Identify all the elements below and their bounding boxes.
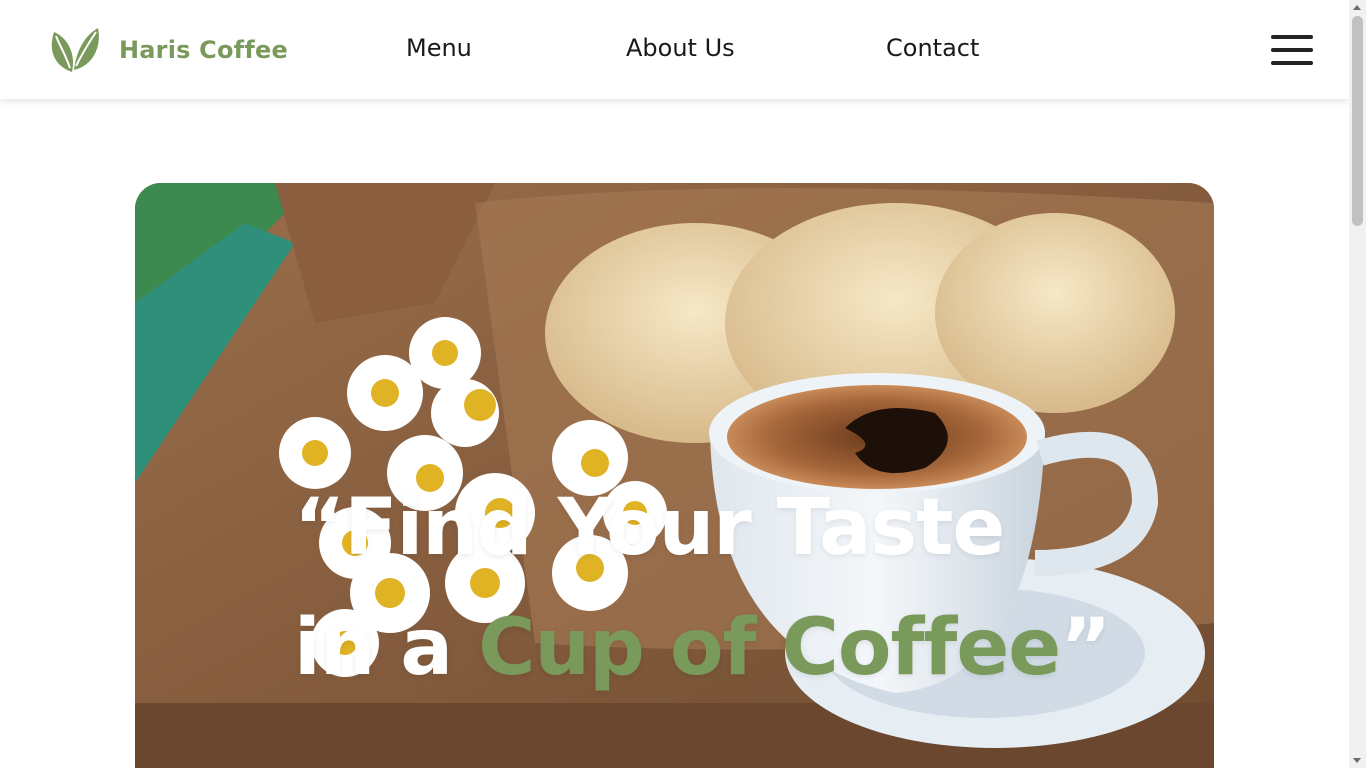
brand-name: Haris Coffee: [119, 36, 288, 64]
nav-link-about-us[interactable]: About Us: [626, 34, 735, 62]
hero-banner: “Find Your Taste in a Cup of Coffee”: [135, 183, 1214, 768]
leaf-logo-icon: [51, 28, 99, 72]
headline-line-1: “Find Your Taste: [294, 483, 1005, 573]
hamburger-bar: [1271, 61, 1313, 65]
headline-accent: Cup of Coffee: [478, 603, 1061, 693]
nav-link-menu[interactable]: Menu: [406, 34, 472, 62]
headline-line-2-suffix: ”: [1060, 603, 1111, 693]
hamburger-bar: [1271, 35, 1313, 39]
hero-headline: “Find Your Taste in a Cup of Coffee”: [294, 468, 1111, 708]
nav-link-contact[interactable]: Contact: [886, 34, 979, 62]
vertical-scrollbar[interactable]: [1349, 0, 1366, 768]
page: Haris Coffee Menu About Us Contact “Find…: [0, 0, 1366, 768]
scroll-down-arrow-icon[interactable]: [1349, 752, 1366, 768]
hamburger-bar: [1271, 48, 1313, 52]
headline-line-2-prefix: in a: [294, 603, 479, 693]
brand-link[interactable]: Haris Coffee: [48, 26, 288, 74]
scrollbar-thumb[interactable]: [1352, 16, 1363, 226]
scroll-up-arrow-icon[interactable]: [1349, 0, 1366, 16]
site-header: Haris Coffee Menu About Us Contact: [0, 0, 1349, 99]
hamburger-menu-icon[interactable]: [1270, 33, 1314, 67]
